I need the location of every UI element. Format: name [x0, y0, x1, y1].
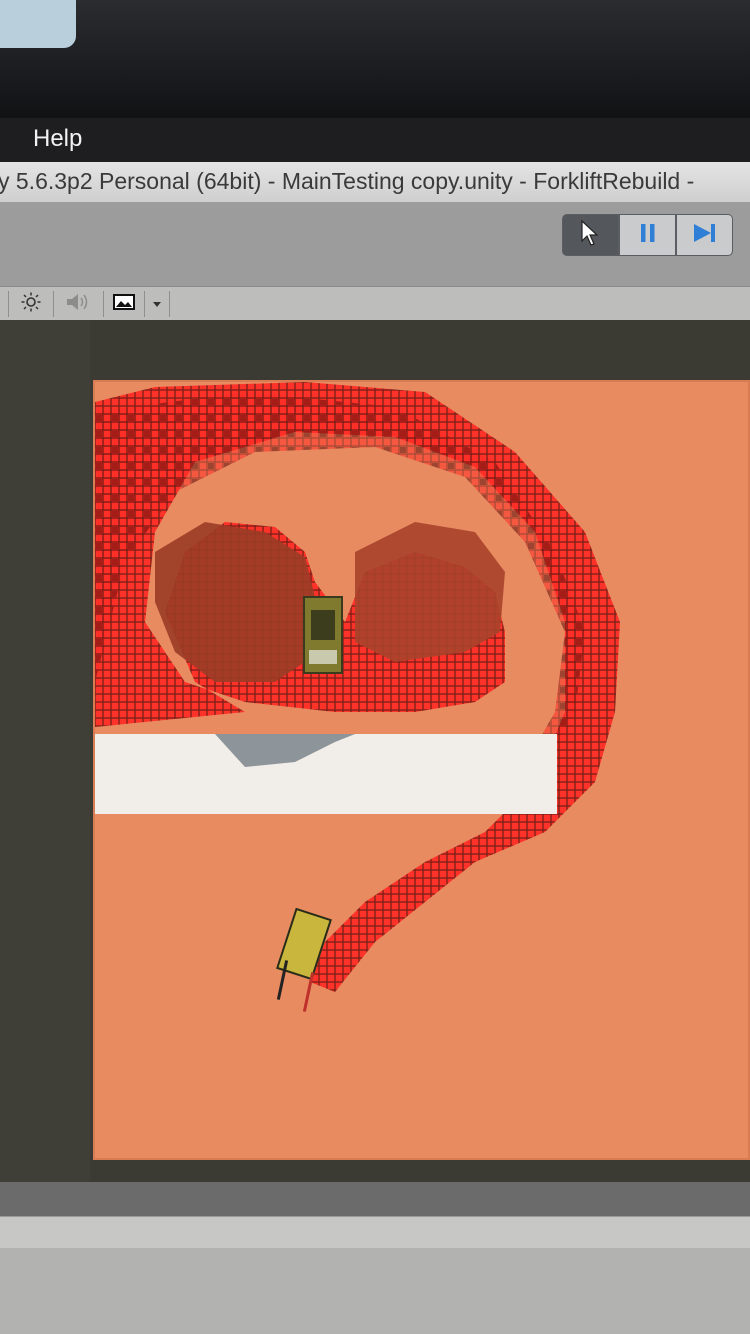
ground-plane — [93, 380, 750, 1160]
window-title-bar: y 5.6.3p2 Personal (64bit) - MainTesting… — [0, 162, 750, 202]
window-title: y 5.6.3p2 Personal (64bit) - MainTesting… — [0, 168, 695, 194]
cursor-button[interactable] — [562, 214, 619, 256]
sun-icon — [21, 292, 41, 317]
pause-icon — [638, 222, 658, 249]
speaker-icon — [65, 292, 91, 317]
effects-dropdown[interactable] — [145, 291, 170, 317]
menu-item-help[interactable]: Help — [33, 125, 82, 153]
step-button[interactable] — [676, 214, 733, 256]
step-icon — [691, 221, 719, 250]
pause-button[interactable] — [619, 214, 676, 256]
status-strip — [0, 1216, 750, 1249]
lighting-toggle[interactable] — [8, 291, 54, 317]
forklift-seat — [309, 650, 337, 664]
monitor-bezel — [0, 0, 750, 118]
image-icon — [113, 293, 135, 316]
forklift-parked[interactable] — [303, 596, 343, 674]
menu-bar: Help — [0, 118, 750, 162]
lower-panel — [0, 1248, 750, 1334]
viewport-left-margin — [0, 320, 90, 1182]
viewport-bottom-bar — [0, 1182, 750, 1216]
scene-view-toolbar — [0, 286, 750, 321]
dropdown-arrow-icon — [152, 295, 162, 313]
cursor-icon — [579, 219, 603, 252]
forklift-cab — [311, 610, 335, 640]
play-controls — [562, 214, 734, 256]
bezel-sticker — [0, 0, 76, 48]
wall-shadow — [155, 734, 355, 767]
audio-toggle[interactable] — [53, 291, 104, 317]
effects-toggle[interactable] — [104, 291, 145, 317]
